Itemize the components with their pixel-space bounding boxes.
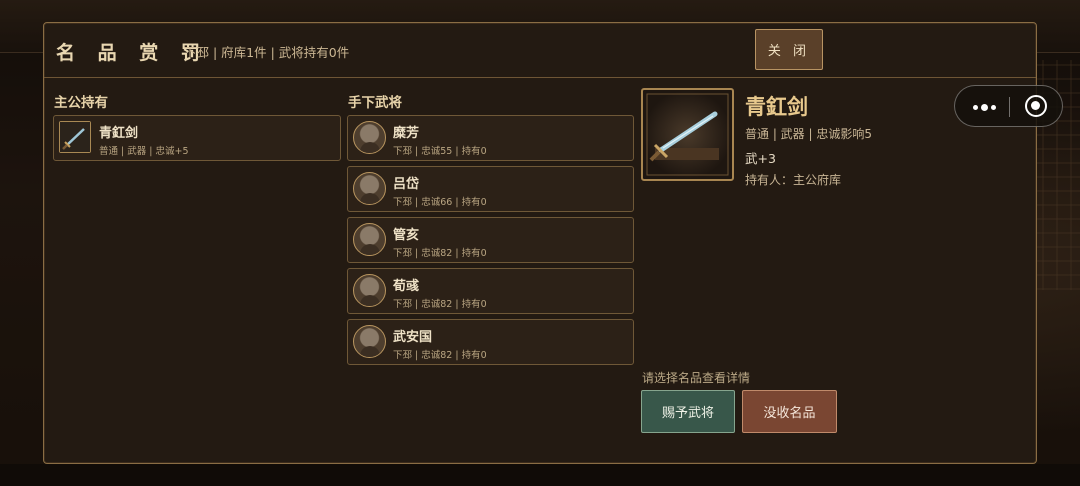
general-card-guanhai[interactable]: 管亥 下邳 | 忠诚82 | 持有0: [347, 217, 634, 263]
modal-header: 名 品 赏 罚 下邳 | 府库1件 | 武将持有0件 关 闭: [44, 23, 1036, 78]
capsule-divider: [1009, 97, 1010, 117]
lord-item-name: 青釭剑: [99, 126, 139, 141]
avatar: [353, 325, 386, 358]
grant-to-general-button[interactable]: 赐予武将: [641, 390, 735, 433]
general-meta: 下邳 | 忠诚82 | 持有0: [393, 248, 487, 259]
modal-subtitle: 下邳 | 府库1件 | 武将持有0件: [184, 45, 350, 60]
lord-item-meta: 普通 | 武器 | 忠诚+5: [99, 146, 189, 157]
general-meta: 下邳 | 忠诚66 | 持有0: [393, 197, 487, 208]
detail-item-name: 青釭剑: [745, 95, 808, 119]
detail-item-meta: 普通 | 武器 | 忠诚影响5: [745, 127, 872, 141]
miniprogram-capsule: [954, 85, 1063, 127]
general-card-wuanguo[interactable]: 武安国 下邳 | 忠诚82 | 持有0: [347, 319, 634, 365]
general-name: 管亥: [393, 228, 420, 243]
selection-hint: 请选择名品查看详情: [642, 371, 751, 385]
general-meta: 下邳 | 忠诚82 | 持有0: [393, 299, 487, 310]
avatar: [353, 172, 386, 205]
lord-section-title: 主公持有: [54, 95, 108, 111]
lord-item-card[interactable]: 青釭剑 普通 | 武器 | 忠诚+5: [53, 115, 341, 161]
close-button[interactable]: 关 闭: [755, 29, 823, 70]
general-card-xunyu[interactable]: 荀彧 下邳 | 忠诚82 | 持有0: [347, 268, 634, 314]
general-name: 糜芳: [393, 126, 420, 141]
general-name: 荀彧: [393, 279, 420, 294]
exit-icon[interactable]: [1025, 95, 1047, 117]
general-name: 武安国: [393, 330, 433, 345]
detail-item-holder: 持有人：主公府库: [745, 173, 842, 187]
confiscate-item-button[interactable]: 没收名品: [742, 390, 837, 433]
sword-icon: [59, 121, 91, 153]
general-card-mifang[interactable]: 糜芳 下邳 | 忠诚55 | 持有0: [347, 115, 634, 161]
general-meta: 下邳 | 忠诚55 | 持有0: [393, 146, 487, 157]
treasure-reward-modal: 名 品 赏 罚 下邳 | 府库1件 | 武将持有0件 关 闭 主公持有 青釭剑 …: [43, 22, 1037, 464]
generals-list[interactable]: 糜芳 下邳 | 忠诚55 | 持有0 吕岱 下邳 | 忠诚66 | 持有0 管亥…: [347, 115, 635, 371]
avatar: [353, 121, 386, 154]
general-card-lvdai[interactable]: 吕岱 下邳 | 忠诚66 | 持有0: [347, 166, 634, 212]
general-name: 吕岱: [393, 177, 420, 192]
avatar: [353, 274, 386, 307]
more-icon[interactable]: [969, 98, 999, 116]
detail-item-bonus: 武+3: [745, 151, 776, 166]
general-meta: 下邳 | 忠诚82 | 持有0: [393, 350, 487, 361]
sword-icon: [641, 88, 734, 181]
avatar: [353, 223, 386, 256]
generals-section-title: 手下武将: [348, 95, 402, 111]
